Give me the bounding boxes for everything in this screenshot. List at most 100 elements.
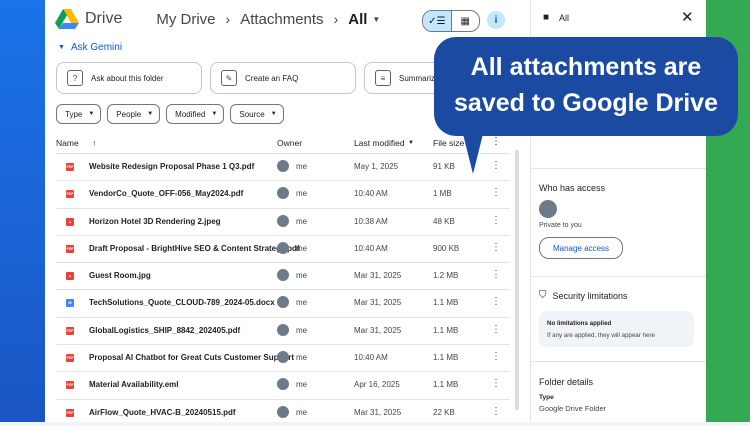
more-vert-icon[interactable]: ⋮ [491,215,501,226]
sort-up-arrow-icon[interactable]: ↑ [92,138,96,148]
avatar [539,200,557,218]
file-size: 91 KB [433,162,455,171]
file-size: 1.1 MB [433,353,459,363]
more-vert-icon[interactable]: ⋮ [491,296,501,307]
image-icon: ▲ [66,272,74,281]
list-view-button[interactable]: ✓ ☰ [423,11,451,31]
callout-tail [462,130,484,174]
filter-modified[interactable]: Modified ▼ [166,104,225,124]
filter-source[interactable]: Source ▼ [230,104,284,124]
breadcrumb-current[interactable]: All ▼ [348,11,380,28]
column-size[interactable]: File size [433,138,464,148]
folder-icon: ■ [543,12,550,23]
table-row[interactable]: PDF GlobalLogistics_SHIP_8842_202405.pdf m… [56,316,510,344]
file-owner: me [296,353,308,363]
column-owner[interactable]: Owner [277,138,302,148]
pdf-icon: PDF [66,244,74,253]
breadcrumb-attachments[interactable]: Attachments [240,11,323,28]
chevron-down-icon: ▼ [58,44,65,51]
avatar [277,269,289,282]
table-row[interactable]: ▲ Guest Room.jpg me Mar 31, 2025 1.2 MB ⋮ [56,262,510,289]
file-name: AirFlow_Quote_HVAC-B_20240515.pdf [89,407,236,417]
security-info-box: No limitations applied If any are applie… [539,311,694,347]
more-vert-icon[interactable]: ⋮ [491,136,501,147]
more-vert-icon[interactable]: ⋮ [491,269,501,280]
file-name: Website Redesign Proposal Phase 1 Q3.pdf [89,162,255,171]
background-left [0,0,45,422]
chevron-down-icon: ▼ [270,111,277,117]
view-toggle: ✓ ☰ ▦ [422,10,480,32]
suggestion-chip[interactable]: ? Ask about this folder [56,62,202,94]
callout-line-1: All attachments are [470,53,702,81]
avatar [277,160,289,172]
more-vert-icon[interactable]: ⋮ [491,378,501,389]
grid-view-button[interactable]: ▦ [450,11,480,31]
table-row[interactable]: PDF Material Availability.eml me Apr 16, 20… [56,371,510,398]
file-size: 900 KB [433,243,460,253]
file-modified: 10:38 AM [354,216,388,226]
chip-label: Ask about this folder [91,73,164,83]
avatar [277,296,289,309]
table-row[interactable]: PDF Website Redesign Proposal Phase 1 Q3.… [56,153,510,180]
file-name: TechSolutions_Quote_CLOUD-789_2024-05.do… [89,298,275,308]
private-text: Private to you [539,222,582,229]
file-size: 1.1 MB [433,298,459,308]
file-owner: me [296,216,308,226]
pdf-icon: PDF [66,408,74,417]
more-vert-icon[interactable]: ⋮ [491,160,501,171]
file-modified: 10:40 AM [354,189,388,199]
callout-line-2: saved to Google Drive [454,89,718,117]
ask-gemini-label: Ask Gemini [70,42,123,53]
breadcrumb-separator-icon: › [225,11,231,27]
table-row[interactable]: PDF VendorCo_Quote_OFF-056_May2024.pdf me 1… [56,180,510,207]
ask-gemini-button[interactable]: ▼ Ask Gemini [58,42,122,53]
chevron-down-icon: ▼ [211,111,218,117]
panel-title: All [559,12,570,23]
file-modified: Mar 31, 2025 [354,407,402,417]
column-modified[interactable]: Last modified [354,138,405,148]
file-modified: Mar 31, 2025 [354,298,402,308]
panel-header: ■ All [543,12,569,23]
pdf-icon: PDF [66,354,74,363]
file-name: Proposal AI Chatbot for Great Cuts Custo… [89,353,295,363]
scrollbar[interactable] [515,150,519,410]
more-vert-icon[interactable]: ⋮ [491,324,501,335]
more-vert-icon[interactable]: ⋮ [491,406,501,417]
filter-people[interactable]: People ▼ [107,104,161,124]
file-modified: Mar 31, 2025 [354,325,402,335]
file-size: 1.2 MB [433,271,459,281]
list-icon: ☰ [436,15,446,27]
file-name: Guest Room.jpg [89,271,151,281]
more-vert-icon[interactable]: ⋮ [491,242,501,253]
column-name[interactable]: Name [56,138,79,148]
table-row[interactable]: ▲ Horizon Hotel 3D Rendering 2.jpeg me 10:3… [56,207,510,235]
drive-logo-icon [55,9,79,29]
file-owner: me [296,380,308,390]
pdf-icon: PDF [66,190,74,199]
file-owner: me [296,162,308,171]
file-modified: 10:40 AM [354,243,388,253]
close-icon[interactable]: ✕ [681,8,694,26]
file-size: 1 MB [433,189,452,199]
file-modified: May 1, 2025 [354,162,399,171]
sort-down-icon[interactable]: ▼ [408,140,414,146]
shield-icon: ⛉ [539,290,547,301]
avatar [277,378,289,391]
avatar [277,187,289,200]
info-icon[interactable]: i [487,11,505,29]
breadcrumb-separator-icon: › [333,11,339,27]
table-row[interactable]: PDF Proposal AI Chatbot for Great Cuts Cu… [56,344,510,371]
filter-type[interactable]: Type ▼ [56,104,102,124]
file-owner: me [296,325,308,335]
manage-access-button[interactable]: Manage access [539,237,623,259]
avatar [277,241,289,254]
suggestion-chip[interactable]: ✎ Create an FAQ [210,62,356,94]
avatar [277,323,289,336]
table-row[interactable]: PDF Draft Proposal - BrightHive SEO & Con… [56,234,510,262]
more-vert-icon[interactable]: ⋮ [491,187,501,198]
pdf-icon: PDF [66,326,74,335]
table-row[interactable]: W TechSolutions_Quote_CLOUD-789_2024-05.d… [56,289,510,316]
breadcrumb-my-drive[interactable]: My Drive [156,11,215,28]
more-vert-icon[interactable]: ⋮ [491,351,501,362]
divider [531,361,706,362]
